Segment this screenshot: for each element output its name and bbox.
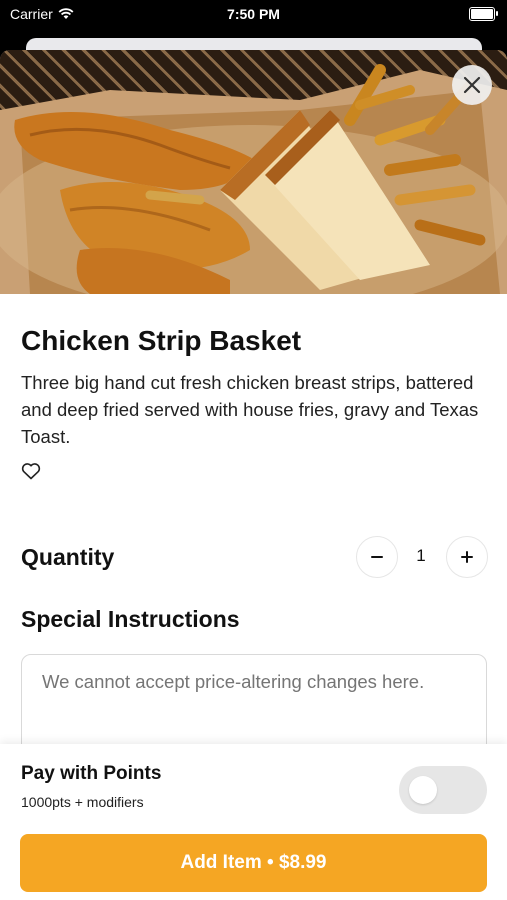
quantity-decrement-button[interactable] — [356, 536, 398, 578]
quantity-label: Quantity — [21, 544, 115, 570]
plus-icon — [461, 551, 473, 563]
add-item-button[interactable]: Add Item • $8.99 — [20, 834, 487, 892]
item-sheet: Chicken Strip Basket Three big hand cut … — [0, 50, 507, 900]
minus-icon — [371, 556, 383, 558]
special-instructions-label: Special Instructions — [21, 606, 240, 632]
pay-with-points-sublabel: 1000pts + modifiers — [21, 794, 144, 810]
item-title: Chicken Strip Basket — [21, 325, 302, 356]
bottom-panel: Pay with Points 1000pts + modifiers Add … — [0, 744, 507, 900]
add-item-label: Add Item • $8.99 — [180, 852, 327, 873]
item-description: Three big hand cut fresh chicken breast … — [21, 372, 479, 447]
food-illustration — [0, 64, 507, 294]
status-bar: Carrier 7:50 PM — [0, 0, 507, 30]
quantity-value: 1 — [416, 546, 426, 565]
food-image — [0, 50, 507, 294]
pay-with-points-toggle[interactable] — [399, 766, 487, 814]
pay-with-points-label: Pay with Points — [21, 763, 162, 784]
battery-icon — [469, 7, 498, 21]
close-button[interactable] — [452, 65, 492, 105]
status-time: 7:50 PM — [227, 6, 280, 22]
quantity-increment-button[interactable] — [446, 536, 488, 578]
heart-icon[interactable] — [21, 462, 41, 480]
toggle-knob — [409, 776, 437, 804]
close-icon — [463, 76, 481, 94]
